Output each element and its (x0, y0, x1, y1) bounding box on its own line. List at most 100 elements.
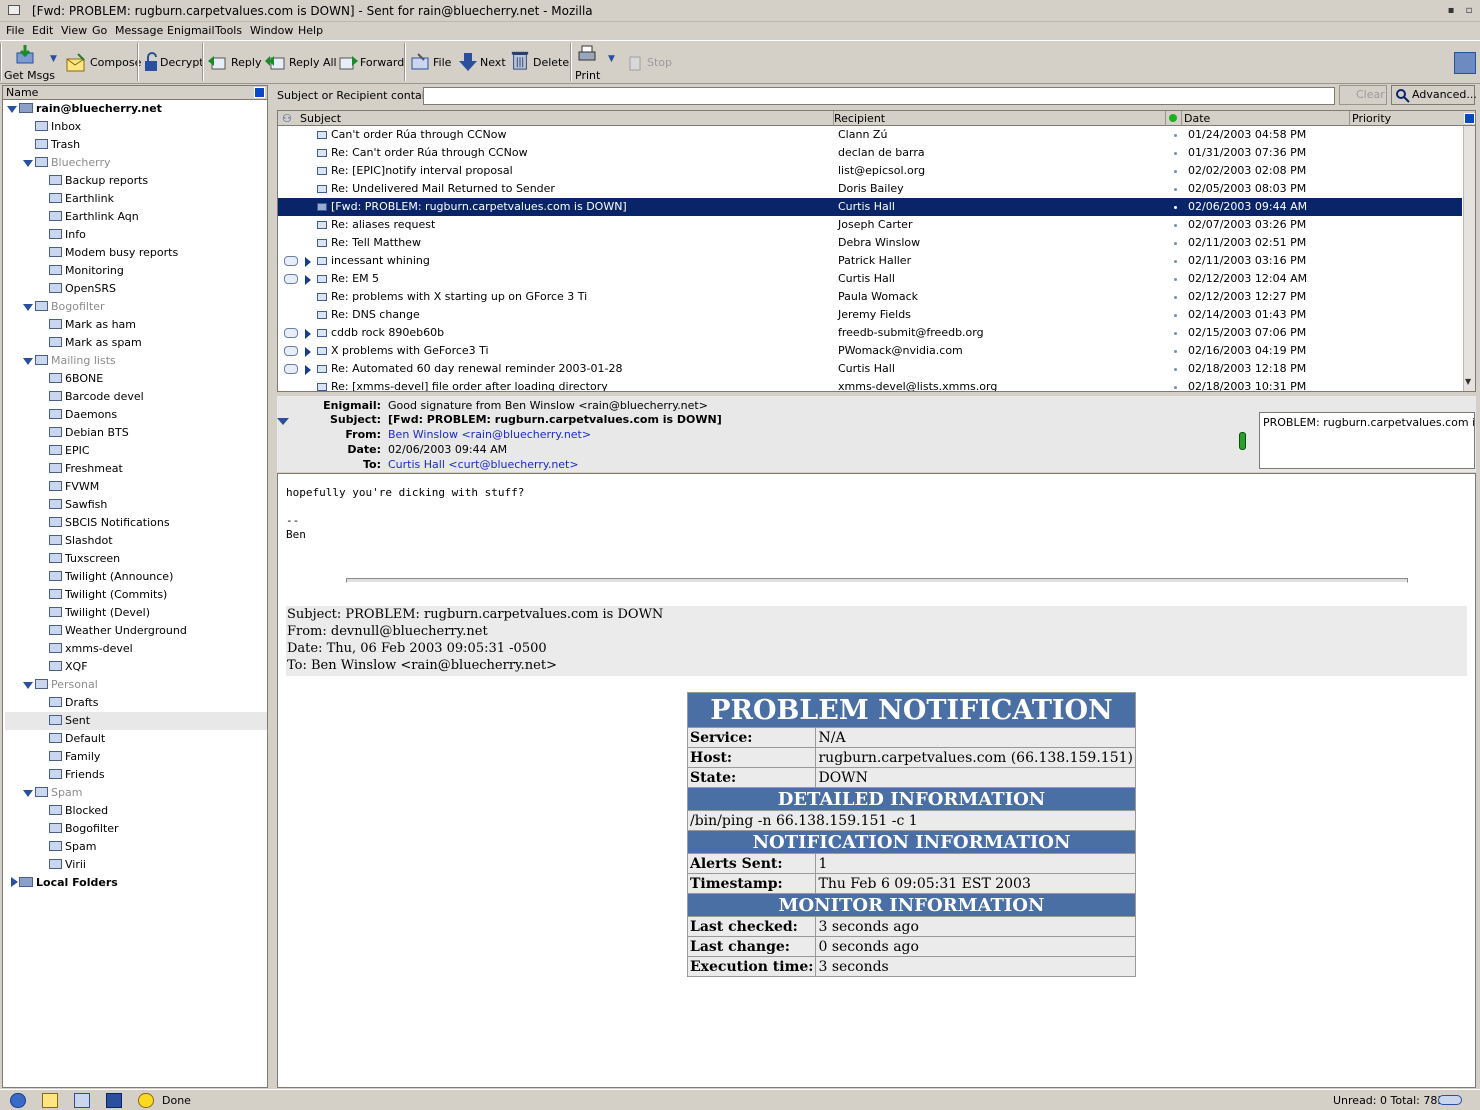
message-row[interactable]: Re: Undelivered Mail Returned to Sender D… (278, 180, 1462, 198)
menu-window[interactable]: Window (250, 24, 293, 37)
local-folders-item[interactable]: Local Folders (19, 874, 118, 892)
folder-twisty-icon[interactable] (23, 358, 33, 365)
folder-item[interactable]: Trash (35, 136, 80, 154)
folder-item[interactable]: Mark as ham (49, 316, 136, 334)
print-dropdown-icon[interactable]: ▼ (608, 54, 615, 64)
folder-item[interactable]: Bogofilter (35, 298, 105, 316)
expand-thread-icon[interactable] (305, 329, 311, 339)
folder-item[interactable]: Bogofilter (49, 820, 119, 838)
mail-icon[interactable] (42, 1093, 58, 1108)
col-priority[interactable]: Priority (1352, 112, 1391, 125)
to-value[interactable]: Curtis Hall <curt@bluecherry.net> (388, 458, 579, 471)
message-row[interactable]: cddb rock 890eb60b freedb-submit@freedb.o… (278, 324, 1462, 342)
thread-column-icon[interactable]: ⚇ (282, 112, 292, 125)
account-twisty-icon[interactable] (7, 106, 17, 113)
message-row[interactable]: Re: Can't order Rúa through CCNow declan … (278, 144, 1462, 162)
message-row[interactable]: Re: DNS change Jeremy Fields 02/14/2003 01… (278, 306, 1462, 324)
folder-item[interactable]: Twilight (Devel) (49, 604, 150, 622)
folder-item[interactable]: EPIC (49, 442, 90, 460)
folder-item[interactable]: Spam (35, 784, 82, 802)
folder-item[interactable]: OpenSRS (49, 280, 116, 298)
message-row[interactable]: X problems with GeForce3 Ti PWomack@nvidi… (278, 342, 1462, 360)
account-item[interactable]: rain@bluecherry.net (19, 100, 162, 118)
folder-item[interactable]: Mailing lists (35, 352, 116, 370)
read-status-column-icon[interactable] (1169, 114, 1177, 122)
message-row[interactable]: Re: Automated 60 day renewal reminder 20… (278, 360, 1462, 378)
folder-item[interactable]: Earthlink (49, 190, 114, 208)
column-picker-icon[interactable] (254, 87, 265, 98)
folder-item[interactable]: Bluecherry (35, 154, 111, 172)
folder-twisty-icon[interactable] (23, 304, 33, 311)
local-folders-twisty-icon[interactable] (11, 877, 18, 887)
attachment-list[interactable]: PROBLEM: rugburn.carpetvalues.com is D..… (1259, 412, 1475, 469)
expand-thread-icon[interactable] (305, 347, 311, 357)
message-row[interactable]: Re: [xmms-devel] file order after loadin… (278, 378, 1462, 391)
folder-item[interactable]: Spam (49, 838, 96, 856)
message-row-selected[interactable]: [Fwd: PROBLEM: rugburn.carpetvalues.com … (278, 198, 1462, 216)
expand-thread-icon[interactable] (305, 365, 311, 375)
message-row[interactable]: Re: aliases request Joseph Carter 02/07/20… (278, 216, 1462, 234)
folder-item-sent[interactable]: Sent (5, 712, 267, 730)
folder-item[interactable]: Blocked (49, 802, 108, 820)
address-book-icon[interactable] (106, 1093, 122, 1108)
composer-icon[interactable] (74, 1093, 90, 1108)
advanced-search-button[interactable]: Advanced... (1391, 85, 1477, 105)
message-row[interactable]: Re: [EPIC]notify interval proposal list@e… (278, 162, 1462, 180)
folder-item[interactable]: Monitoring (49, 262, 124, 280)
expand-thread-icon[interactable] (305, 275, 311, 285)
folder-item[interactable]: Backup reports (49, 172, 148, 190)
menu-tools[interactable]: Tools (215, 24, 242, 37)
message-row[interactable]: incessant whining Patrick Haller 02/11/200… (278, 252, 1462, 270)
menu-view[interactable]: View (61, 24, 87, 37)
col-subject[interactable]: Subject (300, 112, 341, 125)
folder-item[interactable]: Personal (35, 676, 98, 694)
folder-twisty-icon[interactable] (23, 160, 33, 167)
folder-item[interactable]: Daemons (49, 406, 117, 424)
folder-item[interactable]: Freshmeat (49, 460, 123, 478)
menu-enigmail[interactable]: Enigmail (167, 24, 215, 37)
folder-item[interactable]: Inbox (35, 118, 81, 136)
folder-item[interactable]: Info (49, 226, 86, 244)
scroll-down-icon[interactable]: ▼ (1465, 377, 1471, 386)
folder-item[interactable]: Sawfish (49, 496, 107, 514)
clear-button[interactable]: Clear (1339, 85, 1387, 105)
minimize-icon[interactable]: ▪ (1444, 4, 1458, 18)
folder-item[interactable]: Earthlink Aqn (49, 208, 139, 226)
folder-item[interactable]: Modem busy reports (49, 244, 178, 262)
expand-thread-icon[interactable] (305, 257, 311, 267)
folder-item[interactable]: Weather Underground (49, 622, 187, 640)
message-row[interactable]: Re: EM 5 Curtis Hall 02/12/2003 12:04 AM (278, 270, 1462, 288)
message-row[interactable]: Can't order Rúa through CCNow Clann Zú 01/… (278, 126, 1462, 144)
signature-pen-icon[interactable] (1239, 432, 1246, 450)
folder-twisty-icon[interactable] (23, 790, 33, 797)
navigator-icon[interactable] (10, 1093, 26, 1108)
folder-item[interactable]: Virii (49, 856, 86, 874)
menu-go[interactable]: Go (92, 24, 107, 37)
folder-item[interactable]: Mark as spam (49, 334, 142, 352)
col-recipient[interactable]: Recipient (834, 112, 885, 125)
folder-item[interactable]: Tuxscreen (49, 550, 120, 568)
folder-item[interactable]: XQF (49, 658, 88, 676)
folder-item[interactable]: SBCIS Notifications (49, 514, 170, 532)
folder-item[interactable]: Twilight (Commits) (49, 586, 167, 604)
folder-item[interactable]: xmms-devel (49, 640, 133, 658)
menu-file[interactable]: File (6, 24, 24, 37)
folder-item[interactable]: Friends (49, 766, 105, 784)
menu-message[interactable]: Message (115, 24, 163, 37)
message-row[interactable]: Re: Tell Matthew Debra Winslow 02/11/2003 … (278, 234, 1462, 252)
column-picker-icon[interactable] (1464, 113, 1475, 124)
folder-item[interactable]: Family (49, 748, 100, 766)
smiley-icon[interactable] (138, 1093, 154, 1108)
get-msgs-dropdown-icon[interactable]: ▼ (50, 54, 57, 64)
message-row[interactable]: Re: problems with X starting up on GForc… (278, 288, 1462, 306)
menu-edit[interactable]: Edit (32, 24, 53, 37)
folder-item[interactable]: Twilight (Announce) (49, 568, 173, 586)
folder-item[interactable]: Slashdot (49, 532, 113, 550)
folder-item[interactable]: Default (49, 730, 105, 748)
online-status-icon[interactable] (1438, 1095, 1462, 1105)
thread-scrollbar[interactable]: ▼ (1463, 126, 1475, 391)
search-input[interactable] (423, 87, 1335, 105)
folder-column-header[interactable]: Name (3, 86, 267, 100)
folder-twisty-icon[interactable] (23, 682, 33, 689)
folder-item[interactable]: Debian BTS (49, 424, 129, 442)
